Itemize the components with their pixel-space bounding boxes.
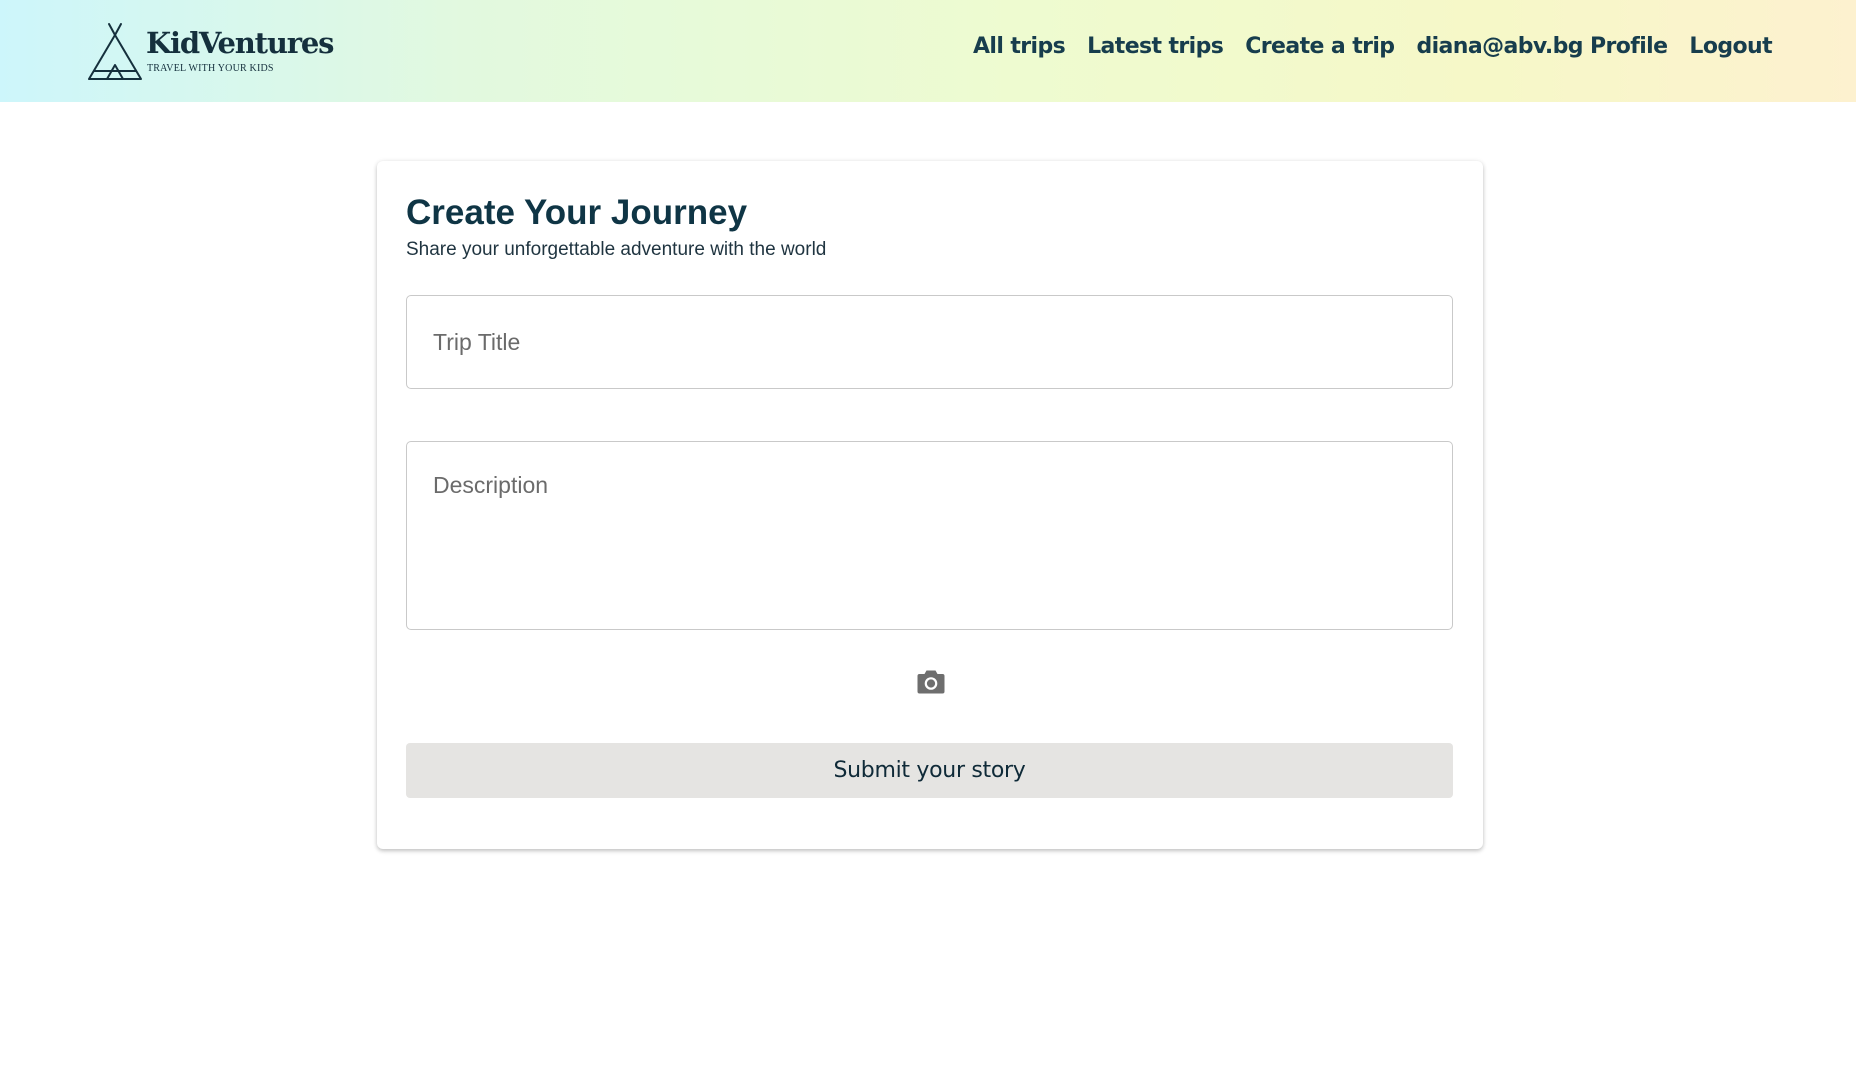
image-upload-button[interactable]: [915, 668, 947, 696]
nav-logout[interactable]: Logout: [1689, 34, 1772, 59]
logo-tagline: TRAVEL WITH YOUR KIDS: [147, 63, 274, 74]
nav-all-trips[interactable]: All trips: [973, 34, 1066, 59]
teepee-tent-icon: [88, 23, 142, 80]
trip-title-input[interactable]: [406, 295, 1453, 389]
logo-name: KidVentures: [146, 26, 334, 60]
camera-icon: [917, 670, 945, 694]
form-title: Create Your Journey: [406, 193, 748, 232]
site-header: KidVentures TRAVEL WITH YOUR KIDS All tr…: [0, 0, 1856, 102]
submit-story-button[interactable]: Submit your story: [406, 743, 1453, 798]
nav-profile[interactable]: diana@abv.bg Profile: [1416, 34, 1668, 59]
logo-link[interactable]: KidVentures TRAVEL WITH YOUR KIDS: [88, 22, 334, 82]
nav-latest-trips[interactable]: Latest trips: [1087, 34, 1224, 59]
nav-create-trip[interactable]: Create a trip: [1245, 34, 1395, 59]
create-trip-form: Create Your Journey Share your unforgett…: [377, 161, 1483, 849]
main-nav: All trips Latest trips Create a trip dia…: [973, 34, 1773, 59]
form-subtitle: Share your unforgettable adventure with …: [406, 239, 827, 260]
description-textarea[interactable]: [406, 441, 1453, 630]
